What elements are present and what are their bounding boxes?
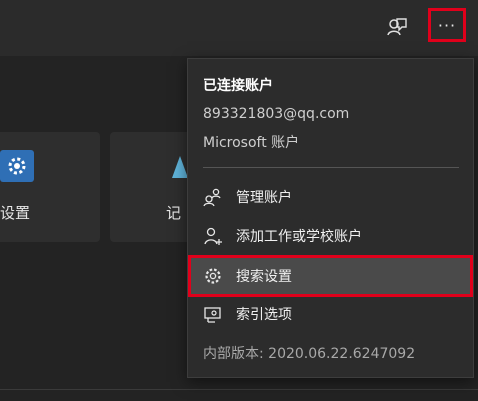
account-type: Microsoft 账户 [203, 135, 300, 151]
manage-accounts-icon [203, 187, 223, 207]
menu-item-add-work-school-account[interactable]: 添加工作或学校账户 [188, 218, 473, 254]
build-version: 内部版本: 2020.06.22.6247092 [203, 346, 416, 362]
menu-item-label: 搜索设置 [236, 269, 292, 285]
account-email: 893321803@qq.com [203, 106, 350, 122]
more-options-menu: 已连接账户 893321803@qq.com Microsoft 账户 管理账户 [187, 58, 474, 378]
menu-divider [203, 167, 459, 168]
menu-item-label: 管理账户 [236, 190, 292, 206]
feedback-icon [387, 18, 407, 36]
menu-item-label: 添加工作或学校账户 [236, 229, 362, 245]
index-options-icon [203, 304, 223, 324]
menu-item-index-options[interactable]: 索引选项 [188, 296, 473, 332]
settings-tile[interactable] [0, 132, 100, 242]
menu-item-search-settings[interactable]: 搜索设置 [188, 255, 473, 297]
menu-item-label: 索引选项 [236, 307, 292, 323]
second-tile-label: 记 [166, 204, 182, 222]
divider [0, 389, 478, 390]
settings-gear-icon [0, 150, 34, 182]
settings-tile-label: 设置 [0, 204, 31, 222]
tile-app-icon [172, 156, 188, 178]
feedback-button[interactable] [382, 12, 412, 42]
gear-icon [203, 266, 223, 286]
title-bar: ··· [0, 0, 478, 56]
menu-heading: 已连接账户 [203, 78, 273, 94]
add-account-icon [203, 226, 223, 246]
search-window: ··· 设置 记 已连接账户 893321803@qq.com Microsof… [0, 0, 478, 401]
menu-item-manage-accounts[interactable]: 管理账户 [188, 179, 473, 215]
more-options-button[interactable]: ··· [428, 8, 466, 42]
more-icon: ··· [437, 15, 457, 35]
